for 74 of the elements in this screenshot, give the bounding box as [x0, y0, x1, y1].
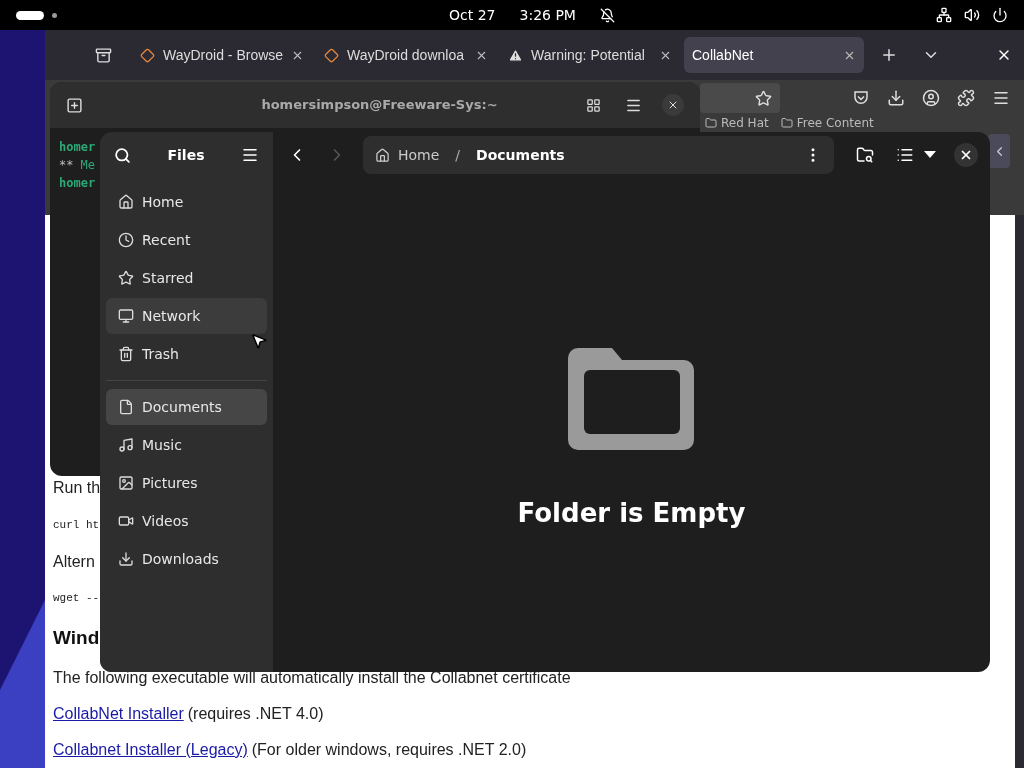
mouse-pointer-icon — [250, 332, 268, 350]
close-button[interactable] — [662, 94, 684, 116]
notice-mark: ** — [59, 157, 74, 174]
prompt-text: homer — [59, 175, 96, 192]
browser-tab[interactable]: WayDroid - Browse — [132, 37, 312, 73]
search-icon[interactable] — [114, 146, 131, 164]
paragraph-text: Altern — [53, 551, 95, 572]
app-title: Files — [167, 145, 205, 165]
bookmark-item[interactable]: Red Hat — [705, 116, 769, 130]
volume-icon[interactable] — [964, 7, 980, 23]
window-title: homersimpson@Freeware-Sys:~ — [260, 96, 499, 115]
folder-icon — [780, 117, 793, 129]
tab-list-icon[interactable] — [95, 46, 112, 64]
place-icon — [118, 194, 134, 210]
grid-icon[interactable] — [586, 97, 601, 113]
code-text: wget -- — [53, 591, 100, 607]
requirement-text: (requires .NET 4.0) — [187, 704, 324, 724]
pocket-icon[interactable] — [852, 89, 870, 107]
browser-tab[interactable]: WayDroid downloa — [316, 37, 496, 73]
path-segment[interactable]: Documents — [476, 144, 565, 166]
close-button[interactable] — [954, 143, 978, 167]
place-icon — [118, 270, 134, 286]
path-separator: / — [454, 145, 462, 165]
account-icon[interactable] — [922, 89, 940, 107]
menu-icon[interactable] — [241, 146, 259, 164]
diamond-icon — [140, 47, 155, 63]
place-icon — [118, 513, 134, 529]
paragraph-text: Run th — [53, 478, 101, 499]
prompt-text: homer — [59, 139, 96, 156]
menu-icon[interactable] — [992, 89, 1010, 107]
download-icon[interactable] — [887, 89, 905, 107]
sidebar-item[interactable]: Documents — [106, 389, 267, 425]
dropdown-caret-icon[interactable] — [924, 151, 936, 159]
empty-state-message: Folder is Empty — [517, 497, 746, 530]
new-tab-icon[interactable] — [66, 96, 83, 114]
paragraph-text: The following executable will automatically install the Collabnet certificate — [53, 667, 571, 688]
list-view-icon[interactable] — [896, 146, 914, 164]
installer-link[interactable]: CollabNet Installer — [53, 702, 184, 726]
path-segment[interactable]: Home — [398, 144, 440, 166]
address-field[interactable] — [700, 83, 780, 113]
bookmark-item[interactable]: Free Content — [780, 116, 874, 130]
date-text: Oct 27 — [449, 5, 496, 25]
extensions-icon[interactable] — [957, 89, 975, 107]
place-icon — [118, 232, 134, 248]
path-bar[interactable]: Home / Documents — [363, 136, 834, 174]
requirement-text: (For older windows, requires .NET 2.0) — [251, 740, 527, 760]
sidebar-item[interactable]: Network — [106, 298, 267, 334]
folder-search-icon[interactable] — [856, 146, 874, 164]
bookmark-star-icon[interactable] — [755, 89, 772, 107]
bell-off-icon — [599, 7, 615, 23]
place-icon — [118, 475, 134, 491]
place-icon — [118, 346, 134, 362]
code-text: curl ht — [53, 517, 100, 533]
activities-pill[interactable] — [16, 10, 44, 20]
browser-tab[interactable]: Warning: Potential — [500, 37, 680, 73]
installer-link[interactable]: Collabnet Installer (Legacy) — [53, 738, 248, 762]
new-tab-icon[interactable] — [880, 46, 898, 64]
network-icon[interactable] — [936, 7, 952, 23]
browser-tab[interactable]: CollabNet — [684, 37, 864, 73]
folder-icon — [705, 117, 717, 129]
place-icon — [118, 399, 134, 415]
sidebar-toggle-button[interactable] — [988, 134, 1010, 168]
place-icon — [118, 437, 134, 453]
close-icon — [667, 99, 679, 111]
diamond-icon — [324, 47, 339, 63]
place-icon — [118, 551, 134, 567]
warning-icon — [508, 47, 523, 63]
home-icon — [375, 147, 390, 163]
place-icon — [118, 308, 134, 324]
section-heading: Wind — [53, 625, 100, 650]
power-icon[interactable] — [992, 7, 1008, 23]
close-icon — [959, 148, 973, 162]
terminal-text: Me — [80, 157, 95, 174]
clock-text: 3:26 PM — [519, 5, 576, 25]
